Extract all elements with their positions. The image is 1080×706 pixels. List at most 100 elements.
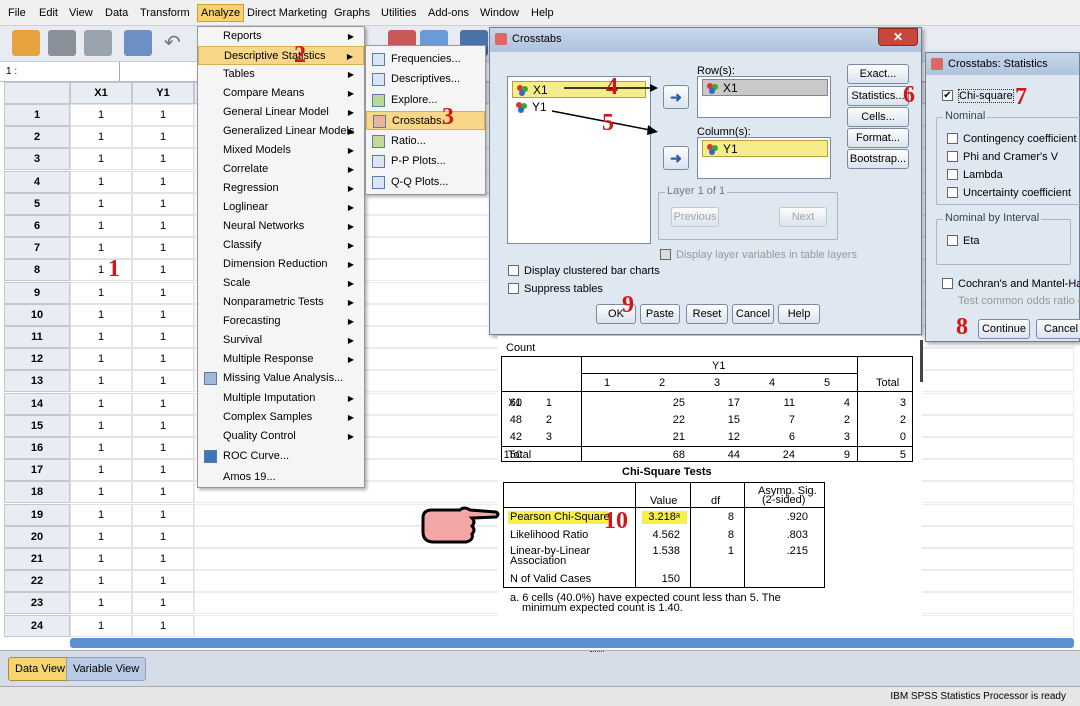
menu-item-complex-samples[interactable]: Complex Samples ▶ [198, 408, 364, 427]
data-cell-x1[interactable]: 1 [70, 414, 132, 437]
statistics-button[interactable]: Statistics... [847, 86, 909, 106]
row-header[interactable]: 23 [4, 592, 70, 615]
data-cell-x1[interactable]: 1 [70, 570, 132, 593]
menu-addons[interactable]: Add-ons [428, 7, 469, 19]
row-header[interactable]: 16 [4, 437, 70, 459]
clustered-bar-charts-checkbox[interactable]: Display clustered bar charts [508, 264, 660, 278]
phi-cramers-v-checkbox[interactable]: Phi and Cramer's V [947, 150, 1058, 164]
move-to-columns-arrow-icon[interactable]: ➜ [663, 146, 689, 170]
menu-item-mixed-models[interactable]: Mixed Models ▶ [198, 141, 364, 160]
row-header[interactable]: 19 [4, 503, 70, 526]
row-header[interactable]: 17 [4, 459, 70, 482]
data-cell-x1[interactable]: 1 [70, 259, 132, 282]
row-header[interactable]: 14 [4, 392, 70, 415]
data-cell-y1[interactable]: 1 [132, 370, 194, 393]
chi-square-checkbox[interactable]: ✔ Chi-square [942, 89, 1014, 103]
row-header[interactable]: 1 [4, 104, 70, 126]
save-icon[interactable] [48, 30, 76, 56]
menu-edit[interactable]: Edit [39, 7, 58, 19]
data-cell-y1[interactable]: 1 [132, 148, 194, 171]
menu-item-qq-plots[interactable]: Q-Q Plots... [366, 173, 485, 192]
eta-checkbox[interactable]: Eta [947, 234, 980, 248]
menu-item-pp-plots[interactable]: P-P Plots... [366, 152, 485, 171]
row-header[interactable]: 22 [4, 570, 70, 593]
menu-item-correlate[interactable]: Correlate ▶ [198, 160, 364, 179]
data-cell-x1[interactable]: 1 [70, 237, 132, 260]
cells-button[interactable]: Cells... [847, 107, 909, 127]
contingency-coefficient-checkbox[interactable]: Contingency coefficient [947, 132, 1077, 146]
menu-item-neural-networks[interactable]: Neural Networks ▶ [198, 217, 364, 236]
menu-item-generalized-linear-models[interactable]: Generalized Linear Models ▶ [198, 122, 364, 141]
menu-data[interactable]: Data [105, 7, 128, 19]
menu-item-compare-means[interactable]: Compare Means ▶ [198, 84, 364, 103]
menu-transform[interactable]: Transform [140, 7, 190, 19]
menu-item-descriptive-statistics[interactable]: Descriptive Statistics ▶ [198, 46, 364, 65]
data-cell-y1[interactable]: 1 [132, 392, 194, 415]
data-cell-x1[interactable]: 1 [70, 592, 132, 615]
data-cell-y1[interactable]: 1 [132, 170, 194, 193]
data-cell-y1[interactable]: 1 [132, 414, 194, 437]
menu-item-multiple-imputation[interactable]: Multiple Imputation ▶ [198, 389, 364, 408]
menu-item-regression[interactable]: Regression ▶ [198, 179, 364, 198]
data-cell-y1[interactable]: 1 [132, 259, 194, 282]
data-cell-x1[interactable]: 1 [70, 459, 132, 482]
column-header-y1[interactable]: Y1 [132, 82, 194, 104]
cochrans-checkbox[interactable]: Cochran's and Mantel-Hae [942, 277, 1080, 291]
column-variable-y1[interactable]: Y1 [702, 140, 828, 157]
menu-utilities[interactable]: Utilities [381, 7, 416, 19]
reset-button[interactable]: Reset [686, 304, 728, 324]
menu-item-frequencies[interactable]: Frequencies... [366, 50, 485, 69]
display-layer-checkbox[interactable]: Display layer variables in table layers [660, 248, 857, 262]
data-cell-x1[interactable]: 1 [70, 525, 132, 548]
next-button[interactable]: Next [779, 207, 827, 227]
row-header[interactable]: 12 [4, 348, 70, 371]
menu-item-multiple-response[interactable]: Multiple Response ▶ [198, 350, 364, 369]
dialog-recall-icon[interactable] [124, 30, 152, 56]
menu-help[interactable]: Help [531, 7, 554, 19]
menu-item-roc-curve[interactable]: ROC Curve... [198, 447, 364, 466]
data-cell-y1[interactable]: 1 [132, 437, 194, 459]
close-icon[interactable]: ✕ [878, 28, 918, 46]
paste-button[interactable]: Paste [640, 304, 680, 324]
data-cell-x1[interactable]: 1 [70, 503, 132, 526]
data-cell-x1[interactable]: 1 [70, 326, 132, 348]
menu-graphs[interactable]: Graphs [334, 7, 370, 19]
data-cell-x1[interactable]: 1 [70, 548, 132, 570]
data-cell-x1[interactable]: 1 [70, 614, 132, 637]
uncertainty-coefficient-checkbox[interactable]: Uncertainty coefficient [947, 186, 1071, 200]
help-button[interactable]: Help [778, 304, 820, 324]
data-cell-x1[interactable]: 1 [70, 392, 132, 415]
data-cell-y1[interactable]: 1 [132, 503, 194, 526]
menu-item-nonparametric-tests[interactable]: Nonparametric Tests ▶ [198, 293, 364, 312]
row-header[interactable]: 6 [4, 215, 70, 237]
menu-item-forecasting[interactable]: Forecasting ▶ [198, 312, 364, 331]
menu-item-descriptives[interactable]: Descriptives... [366, 70, 485, 89]
data-cell-y1[interactable]: 1 [132, 459, 194, 482]
cancel-button[interactable]: Cancel [732, 304, 774, 324]
undo-icon[interactable]: ↶ [164, 30, 192, 56]
data-cell-x1[interactable]: 1 [70, 281, 132, 304]
row-header[interactable]: 13 [4, 370, 70, 393]
rows-box[interactable]: X1 [697, 76, 831, 118]
row-header[interactable]: 8 [4, 259, 70, 282]
data-cell-y1[interactable]: 1 [132, 348, 194, 371]
data-cell-x1[interactable]: 1 [70, 170, 132, 193]
row-header[interactable]: 9 [4, 281, 70, 304]
row-header[interactable]: 5 [4, 192, 70, 215]
data-cell-x1[interactable]: 1 [70, 148, 132, 171]
row-header[interactable]: 10 [4, 303, 70, 326]
data-cell-x1[interactable]: 1 [70, 303, 132, 326]
print-icon[interactable] [84, 30, 112, 56]
data-cell-x1[interactable]: 1 [70, 192, 132, 215]
data-cell-x1[interactable]: 1 [70, 348, 132, 371]
data-cell-y1[interactable]: 1 [132, 303, 194, 326]
data-cell-x1[interactable]: 1 [70, 126, 132, 149]
row-header[interactable]: 21 [4, 548, 70, 570]
menu-item-dimension-reduction[interactable]: Dimension Reduction ▶ [198, 255, 364, 274]
tab-data-view[interactable]: Data View [8, 657, 72, 681]
row-header[interactable]: 4 [4, 170, 70, 193]
menu-item-missing-value-analysis[interactable]: Missing Value Analysis... [198, 369, 364, 388]
data-cell-y1[interactable]: 1 [132, 192, 194, 215]
menu-item-explore[interactable]: Explore... [366, 91, 485, 110]
statistics-cancel-button[interactable]: Cancel [1036, 319, 1080, 339]
